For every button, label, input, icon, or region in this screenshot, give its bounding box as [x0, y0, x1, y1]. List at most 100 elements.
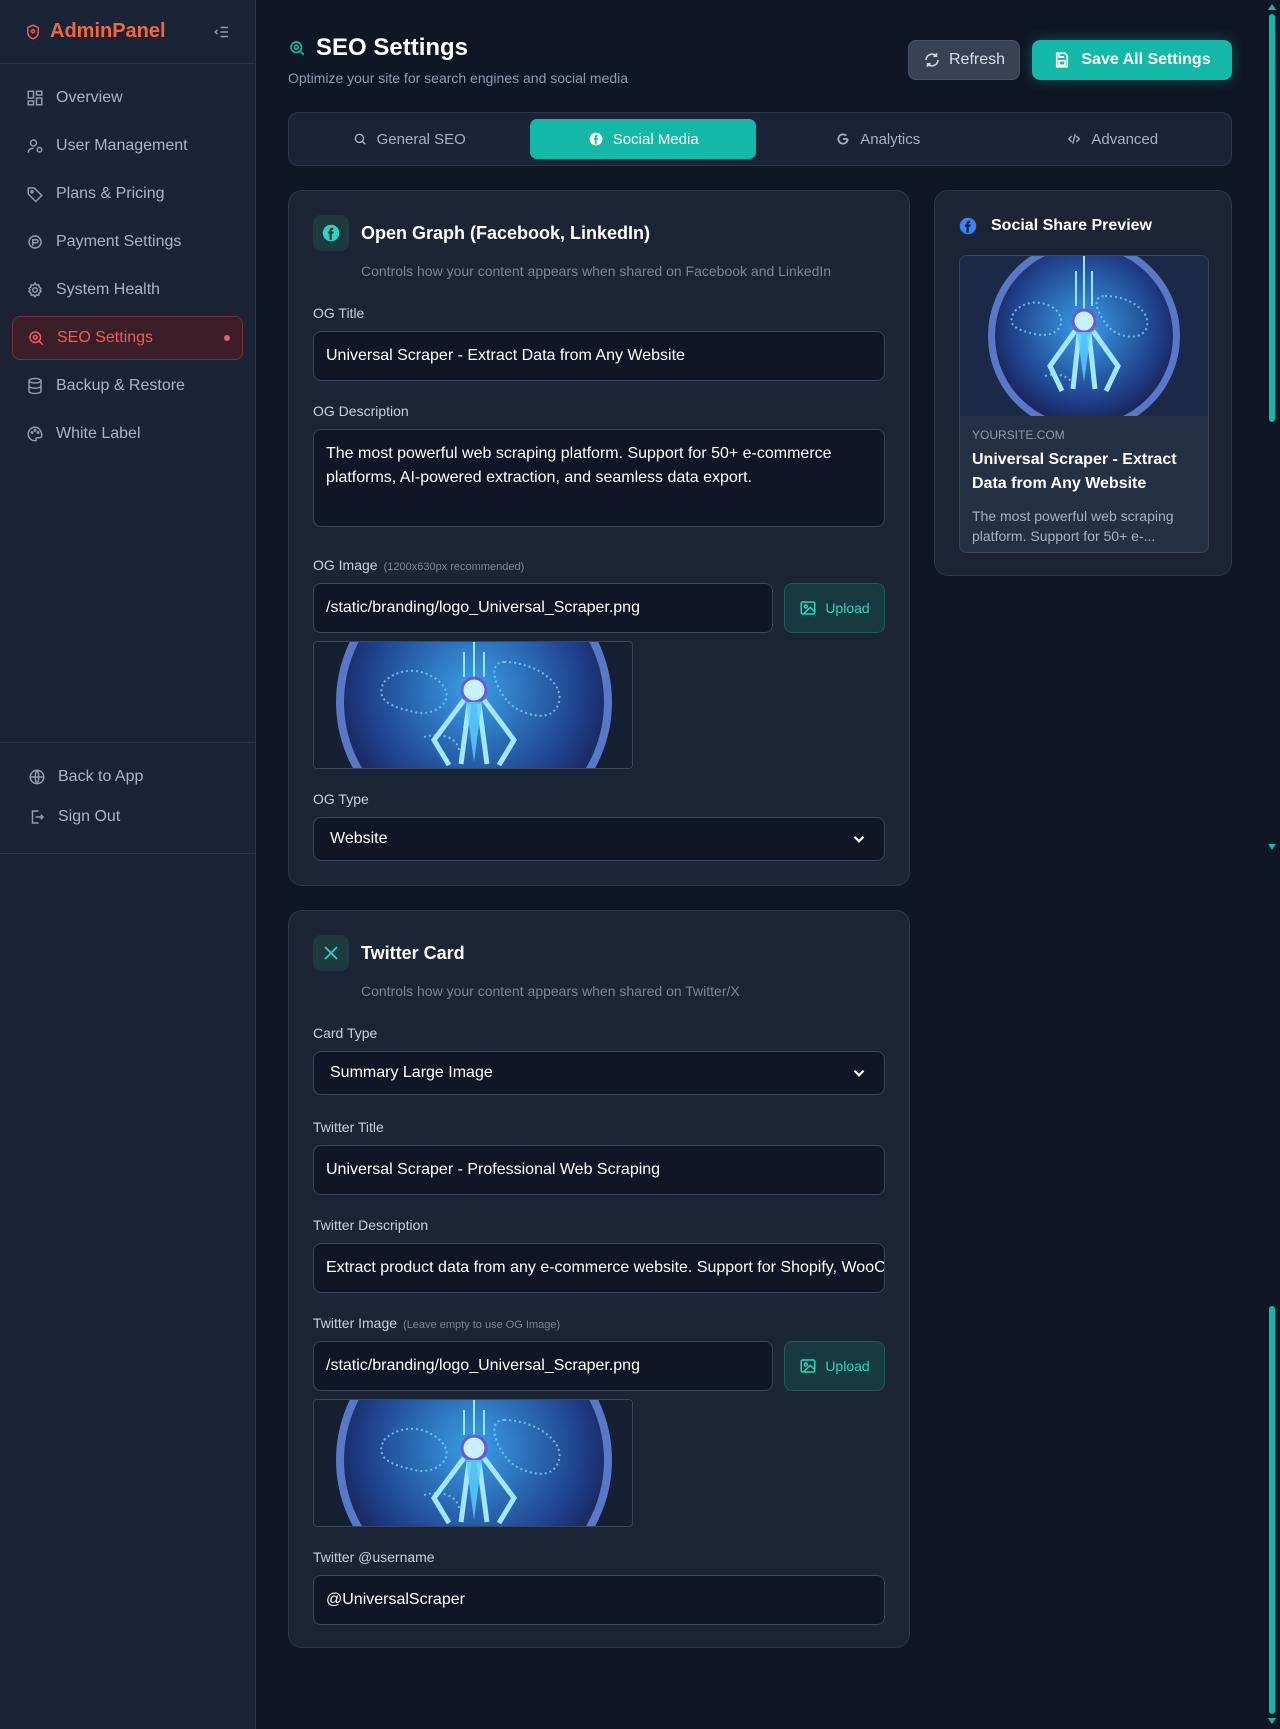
- tab-label: Analytics: [860, 130, 921, 148]
- facebook-icon: [959, 217, 977, 235]
- preview-header: Social Share Preview: [959, 217, 1152, 235]
- globe-logo-image: [314, 1400, 632, 1526]
- scroll-down-arrow-bottom[interactable]: [1268, 1718, 1276, 1724]
- facebook-icon: [587, 132, 605, 146]
- card-type-value: Summary Large Image: [330, 1064, 493, 1081]
- share-preview-image: [960, 256, 1208, 416]
- palette-icon: [26, 425, 44, 443]
- database-icon: [26, 377, 44, 395]
- twitter-image-label-text: Twitter Image: [313, 1315, 398, 1331]
- seo-search-icon: [288, 37, 306, 59]
- og-type-select[interactable]: Website: [313, 817, 885, 861]
- twitter-description-input[interactable]: Extract product data from any e-commerce…: [313, 1243, 885, 1293]
- og-image-upload-button[interactable]: Upload: [784, 583, 885, 633]
- globe-logo-image: [314, 642, 632, 768]
- tag-icon: [26, 185, 44, 203]
- og-type-label: OG Type: [313, 791, 369, 807]
- tab-advanced[interactable]: Advanced: [999, 119, 1226, 159]
- save-icon: [1053, 51, 1071, 69]
- globe-logo-image: [960, 256, 1208, 416]
- refresh-button[interactable]: Refresh: [908, 40, 1020, 80]
- social-share-preview-card: Social Share Preview YOURSITE.COM Univer…: [934, 190, 1232, 576]
- globe-icon: [28, 768, 46, 786]
- sidebar-nav: Overview User Management Plans & Pricing…: [0, 64, 255, 472]
- page-title: SEO Settings: [316, 34, 469, 61]
- scroll-down-arrow[interactable]: [1268, 844, 1276, 850]
- twitter-image-label: Twitter Image (Leave empty to use OG Imag…: [313, 1315, 560, 1331]
- tab-analytics[interactable]: Analytics: [764, 119, 991, 159]
- dashboard-icon: [26, 89, 44, 107]
- image-icon: [799, 1357, 817, 1375]
- upload-label: Upload: [825, 600, 870, 616]
- tab-label: Social Media: [612, 130, 699, 148]
- sign-out-label: Sign Out: [58, 808, 121, 825]
- share-preview-box: YOURSITE.COM Universal Scraper - Extract…: [959, 255, 1209, 553]
- twitter-title-label: Twitter Title: [313, 1119, 384, 1135]
- page-scrollbar[interactable]: [1264, 0, 1280, 1729]
- og-image-input[interactable]: /static/branding/logo_Universal_Scraper.…: [313, 583, 773, 633]
- open-graph-card: Open Graph (Facebook, LinkedIn) Controls…: [288, 190, 910, 886]
- seo-tabs: General SEO Social Media Analytics Advan…: [288, 112, 1232, 166]
- sidebar-item-label: Payment Settings: [56, 233, 182, 250]
- brand[interactable]: AdminPanel: [24, 20, 166, 43]
- sidebar-item-label: Overview: [56, 89, 123, 106]
- twitter-image-upload-button[interactable]: Upload: [784, 1341, 885, 1391]
- twitter-card-title: Twitter Card: [361, 942, 465, 963]
- twitter-image-input[interactable]: /static/branding/logo_Universal_Scraper.…: [313, 1341, 773, 1391]
- sidebar-item-seo-settings[interactable]: SEO Settings: [12, 316, 243, 360]
- sidebar-item-system-health[interactable]: System Health: [12, 268, 243, 312]
- facebook-icon: [313, 215, 349, 251]
- active-indicator-dot: [224, 335, 230, 341]
- og-description-textarea[interactable]: The most powerful web scraping platform.…: [313, 429, 885, 527]
- sign-out-link[interactable]: Sign Out: [14, 797, 241, 837]
- sidebar-item-overview[interactable]: Overview: [12, 76, 243, 120]
- tab-general-seo[interactable]: General SEO: [295, 119, 522, 159]
- chevron-down-icon: [850, 830, 868, 848]
- open-graph-title: Open Graph (Facebook, LinkedIn): [361, 222, 651, 243]
- twitter-card-description: Controls how your content appears when s…: [361, 983, 740, 999]
- refresh-icon: [923, 51, 941, 69]
- sidebar-item-label: SEO Settings: [57, 329, 154, 346]
- brand-name: AdminPanel: [50, 20, 166, 42]
- refresh-label: Refresh: [948, 51, 1006, 68]
- save-all-settings-label: Save All Settings: [1081, 51, 1211, 68]
- code-icon: [1065, 132, 1083, 146]
- image-icon: [799, 599, 817, 617]
- og-image-label-text: OG Image: [313, 557, 378, 573]
- open-graph-description: Controls how your content appears when s…: [361, 263, 832, 279]
- og-image-preview: [313, 641, 633, 769]
- sidebar-item-plans-pricing[interactable]: Plans & Pricing: [12, 172, 243, 216]
- payment-icon: [26, 233, 44, 251]
- twitter-username-label: Twitter @username: [313, 1549, 435, 1565]
- scrollbar-thumb-top[interactable]: [1269, 14, 1275, 422]
- sidebar-item-user-management[interactable]: User Management: [12, 124, 243, 168]
- search-analytics-icon: [27, 329, 45, 347]
- shield-icon: [24, 23, 42, 41]
- sidebar-item-white-label[interactable]: White Label: [12, 412, 243, 456]
- back-to-app-link[interactable]: Back to App: [14, 757, 241, 797]
- sidebar-item-payment-settings[interactable]: Payment Settings: [12, 220, 243, 264]
- scrollbar-thumb-bottom[interactable]: [1269, 1306, 1275, 1714]
- card-type-select[interactable]: Summary Large Image: [313, 1051, 885, 1095]
- page-subtitle: Optimize your site for search engines an…: [288, 70, 629, 86]
- twitter-username-input[interactable]: @UniversalScraper: [313, 1575, 885, 1625]
- scroll-up-arrow[interactable]: [1268, 4, 1276, 10]
- save-all-settings-button[interactable]: Save All Settings: [1032, 40, 1232, 80]
- gear-icon: [26, 281, 44, 299]
- tab-label: Advanced: [1091, 130, 1159, 148]
- twitter-card-header: Twitter Card: [313, 935, 465, 971]
- twitter-title-input[interactable]: Universal Scraper - Professional Web Scr…: [313, 1145, 885, 1195]
- og-title-input[interactable]: Universal Scraper - Extract Data from An…: [313, 331, 885, 381]
- tab-social-media[interactable]: Social Media: [529, 119, 756, 159]
- sidebar-item-label: Backup & Restore: [56, 377, 185, 394]
- og-type-value: Website: [330, 830, 388, 847]
- preview-domain: YOURSITE.COM: [972, 428, 1065, 442]
- collapse-sidebar-icon[interactable]: [213, 23, 231, 41]
- sidebar-item-backup-restore[interactable]: Backup & Restore: [12, 364, 243, 408]
- sidebar: AdminPanel Overview User Management Plan…: [0, 0, 256, 1729]
- card-type-label: Card Type: [313, 1025, 378, 1041]
- sidebar-item-label: Plans & Pricing: [56, 185, 165, 202]
- twitter-card: Twitter Card Controls how your content a…: [288, 910, 910, 1648]
- sidebar-item-label: System Health: [56, 281, 161, 298]
- upload-label: Upload: [825, 1358, 870, 1374]
